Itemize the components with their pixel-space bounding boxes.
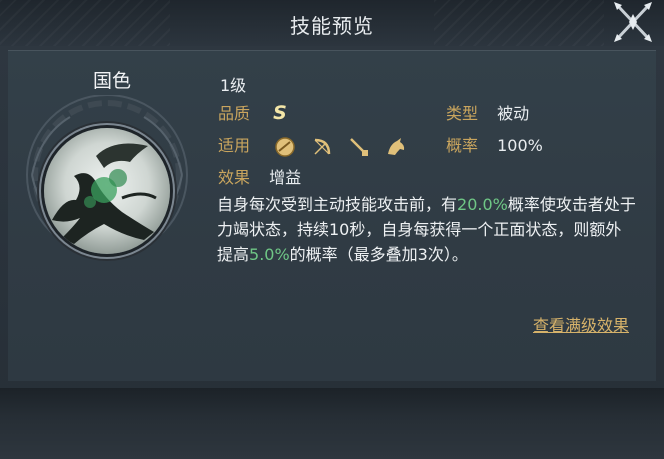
rate-value: 100% xyxy=(497,136,543,155)
spear-icon xyxy=(350,137,369,156)
grade-label: 品质 xyxy=(218,104,251,123)
panel-footer xyxy=(0,388,664,459)
dialog-title: 技能预览 xyxy=(290,14,374,38)
view-max-level-link[interactable]: 查看满级效果 xyxy=(533,312,629,336)
shield-icon xyxy=(275,136,295,157)
effect-row: 效果 增益 xyxy=(218,164,301,188)
close-button[interactable] xyxy=(608,0,658,46)
type-label: 类型 xyxy=(446,104,479,123)
skill-portrait xyxy=(44,128,170,254)
dialog-header: 技能预览 xyxy=(0,0,664,46)
rate-row: 概率 100% xyxy=(446,132,543,156)
skill-description: 自身每次受到主动技能攻击前，有20.0%概率使攻击者处于力竭状态，持续10秒，自… xyxy=(217,192,637,267)
type-row: 类型 被动 xyxy=(446,100,529,124)
skill-level: 1级 xyxy=(220,76,247,95)
ink-figure-image xyxy=(52,143,157,244)
type-value: 被动 xyxy=(497,104,530,123)
effect-value: 增益 xyxy=(269,168,302,187)
grade-value: S xyxy=(273,102,287,124)
horse-icon xyxy=(388,137,405,155)
rate-label: 概率 xyxy=(446,136,479,155)
desc-highlight-1: 20.0% xyxy=(457,195,508,214)
skill-name: 国色 xyxy=(92,70,131,92)
desc-text-3: 的概率（最多叠加3次）。 xyxy=(289,245,468,264)
close-icon xyxy=(614,2,652,42)
grade-row: 品质 S xyxy=(218,100,287,124)
desc-highlight-2: 5.0% xyxy=(249,245,290,264)
effect-label: 效果 xyxy=(218,168,251,187)
bow-icon xyxy=(314,138,331,155)
apply-row: 适用 xyxy=(218,132,417,158)
apply-label: 适用 xyxy=(218,136,251,155)
desc-text-1: 自身每次受到主动技能攻击前，有 xyxy=(217,195,458,214)
